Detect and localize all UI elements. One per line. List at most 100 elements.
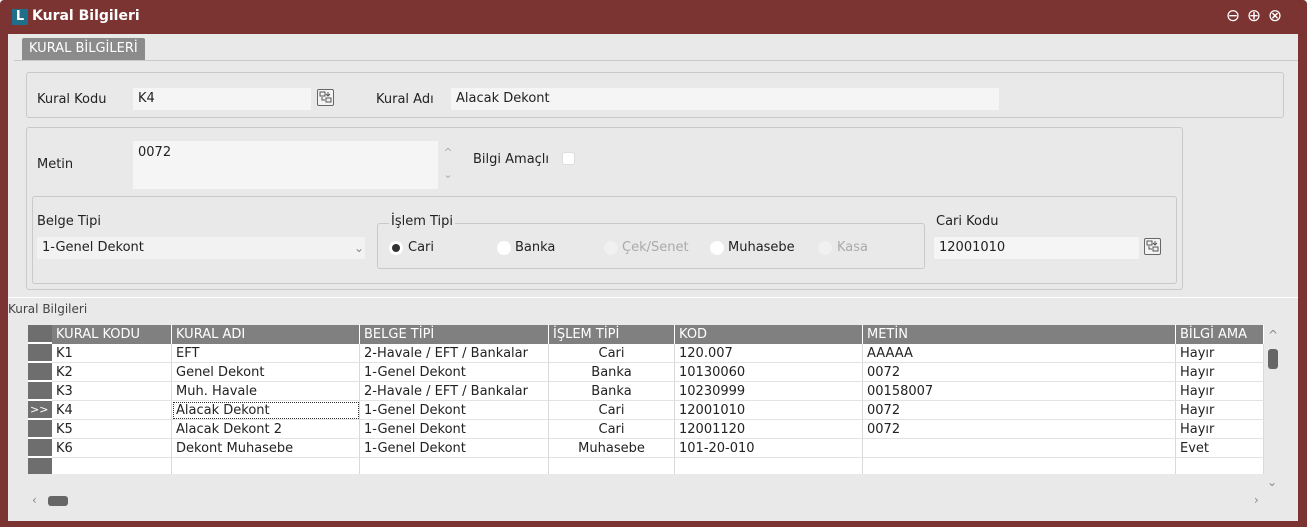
cell-info[interactable]: Hayır [1176, 363, 1264, 382]
horizontal-scrollbar[interactable]: ‹ › [28, 493, 1264, 508]
horizontal-scroll-thumb[interactable] [48, 496, 68, 506]
cell-doc-type[interactable]: 1-Genel Dekont [360, 420, 549, 439]
row-indicator[interactable] [28, 439, 52, 457]
cell-code[interactable]: 12001010 [675, 401, 863, 420]
cell-rule-name[interactable]: Muh. Havale [172, 382, 360, 401]
rule-code-input[interactable]: K4 [133, 88, 311, 110]
table-row[interactable]: K6 Dekont Muhasebe 1-Genel Dekont Muhase… [28, 439, 1264, 458]
scroll-down-icon[interactable]: ⌄ [442, 168, 454, 181]
cell-op-type[interactable]: Banka [549, 382, 675, 401]
col-header-op-type[interactable]: İŞLEM TİPİ [549, 325, 675, 344]
scroll-down-icon[interactable]: ⌄ [1267, 475, 1277, 489]
cell-rule-code[interactable]: K2 [52, 363, 172, 382]
cell-doc-type[interactable]: 2-Havale / EFT / Bankalar [360, 344, 549, 363]
cell-empty[interactable] [1176, 458, 1264, 474]
op-banka-radio[interactable] [497, 241, 511, 255]
cell-op-type[interactable]: Banka [549, 363, 675, 382]
cell-empty[interactable] [172, 458, 360, 474]
col-header-rule-name[interactable]: KURAL ADI [172, 325, 360, 344]
chevron-down-icon[interactable]: ⌄ [354, 241, 364, 255]
tab-kural-bilgileri[interactable]: KURAL BİLGİLERİ [22, 38, 145, 60]
cell-text[interactable]: AAAAA [863, 344, 1176, 363]
col-header-code[interactable]: KOD [675, 325, 863, 344]
cell-rule-code[interactable]: K4 [52, 401, 172, 420]
close-icon[interactable]: ⊗ [1266, 7, 1284, 25]
cell-op-type[interactable]: Muhasebe [549, 439, 675, 458]
op-cari-label: Cari [408, 240, 434, 255]
scroll-up-icon[interactable]: ^ [442, 146, 454, 159]
minimize-icon[interactable]: ⊖ [1224, 7, 1242, 25]
cell-op-type[interactable]: Cari [549, 344, 675, 363]
op-cari-radio[interactable] [389, 241, 403, 255]
row-indicator[interactable] [28, 344, 52, 362]
col-header-doc-type[interactable]: BELGE TİPİ [360, 325, 549, 344]
doc-type-select[interactable]: 1-Genel Dekont [37, 237, 365, 259]
cell-info[interactable]: Hayır [1176, 420, 1264, 439]
text-textarea[interactable]: 0072 [133, 141, 438, 189]
cell-doc-type[interactable]: 1-Genel Dekont [360, 401, 549, 420]
cell-info[interactable]: Hayır [1176, 344, 1264, 363]
cell-rule-name[interactable]: Alacak Dekont 2 [172, 420, 360, 439]
cell-text[interactable]: 00158007 [863, 382, 1176, 401]
maximize-icon[interactable]: ⊕ [1245, 7, 1263, 25]
vertical-scrollbar[interactable]: ^ ⌄ [1266, 325, 1280, 500]
scroll-left-icon[interactable]: ‹ [32, 493, 37, 507]
row-indicator[interactable] [28, 458, 52, 474]
cell-text[interactable]: 0072 [863, 420, 1176, 439]
cell-code[interactable]: 12001120 [675, 420, 863, 439]
cell-empty[interactable] [360, 458, 549, 474]
cell-rule-code[interactable]: K5 [52, 420, 172, 439]
col-header-text[interactable]: METİN [863, 325, 1176, 344]
table-row[interactable]: K3 Muh. Havale 2-Havale / EFT / Bankalar… [28, 382, 1264, 401]
cell-info[interactable]: Evet [1176, 439, 1264, 458]
cell-rule-code[interactable]: K6 [52, 439, 172, 458]
cell-code[interactable]: 10230999 [675, 382, 863, 401]
row-indicator[interactable] [28, 382, 52, 400]
table-row[interactable]: K2 Genel Dekont 1-Genel Dekont Banka 101… [28, 363, 1264, 382]
cell-code[interactable]: 10130060 [675, 363, 863, 382]
row-indicator[interactable] [28, 363, 52, 381]
grid-header: KURAL KODU KURAL ADI BELGE TİPİ İŞLEM Tİ… [28, 325, 1264, 344]
row-indicator[interactable] [28, 420, 52, 438]
cell-code[interactable]: 120.007 [675, 344, 863, 363]
col-header-info[interactable]: BİLGİ AMA [1176, 325, 1264, 344]
vertical-scroll-thumb[interactable] [1268, 349, 1278, 369]
cell-rule-name[interactable]: Dekont Muhasebe [172, 439, 360, 458]
cell-rule-code[interactable]: K3 [52, 382, 172, 401]
cell-text[interactable] [863, 439, 1176, 458]
account-code-lookup-icon[interactable] [1144, 238, 1161, 255]
cell-empty[interactable] [549, 458, 675, 474]
cell-rule-code[interactable]: K1 [52, 344, 172, 363]
cell-empty[interactable] [675, 458, 863, 474]
cell-doc-type[interactable]: 1-Genel Dekont [360, 439, 549, 458]
table-row-new[interactable] [28, 458, 1264, 474]
table-row[interactable]: K5 Alacak Dekont 2 1-Genel Dekont Cari 1… [28, 420, 1264, 439]
cell-info[interactable]: Hayır [1176, 401, 1264, 420]
cell-rule-name[interactable]: Genel Dekont [172, 363, 360, 382]
cell-doc-type[interactable]: 2-Havale / EFT / Bankalar [360, 382, 549, 401]
row-indicator-current[interactable]: >> [28, 401, 52, 419]
table-row-current[interactable]: >> K4 Alacak Dekont 1-Genel Dekont Cari … [28, 401, 1264, 420]
scroll-up-icon[interactable]: ^ [1268, 328, 1278, 342]
cell-info[interactable]: Hayır [1176, 382, 1264, 401]
col-header-rule-code[interactable]: KURAL KODU [52, 325, 172, 344]
cell-code[interactable]: 101-20-010 [675, 439, 863, 458]
info-only-checkbox[interactable] [562, 152, 575, 165]
cell-rule-name-focused[interactable]: Alacak Dekont [172, 401, 360, 420]
cell-text[interactable]: 0072 [863, 401, 1176, 420]
scroll-right-icon[interactable]: › [1254, 493, 1259, 507]
cell-empty[interactable] [52, 458, 172, 474]
table-row[interactable]: K1 EFT 2-Havale / EFT / Bankalar Cari 12… [28, 344, 1264, 363]
account-code-input[interactable]: 12001010 [934, 237, 1139, 259]
cell-op-type[interactable]: Cari [549, 401, 675, 420]
cell-text[interactable]: 0072 [863, 363, 1176, 382]
rule-code-lookup-icon[interactable] [317, 89, 334, 106]
title-bar[interactable]: L Kural Bilgileri ⊖ ⊕ ⊗ [0, 0, 1307, 34]
rule-name-input[interactable]: Alacak Dekont [451, 88, 999, 110]
cell-op-type[interactable]: Cari [549, 420, 675, 439]
cell-empty[interactable] [863, 458, 1176, 474]
op-muhasebe-radio[interactable] [710, 241, 724, 255]
rule-name-label: Kural Adı [376, 92, 434, 107]
cell-doc-type[interactable]: 1-Genel Dekont [360, 363, 549, 382]
cell-rule-name[interactable]: EFT [172, 344, 360, 363]
